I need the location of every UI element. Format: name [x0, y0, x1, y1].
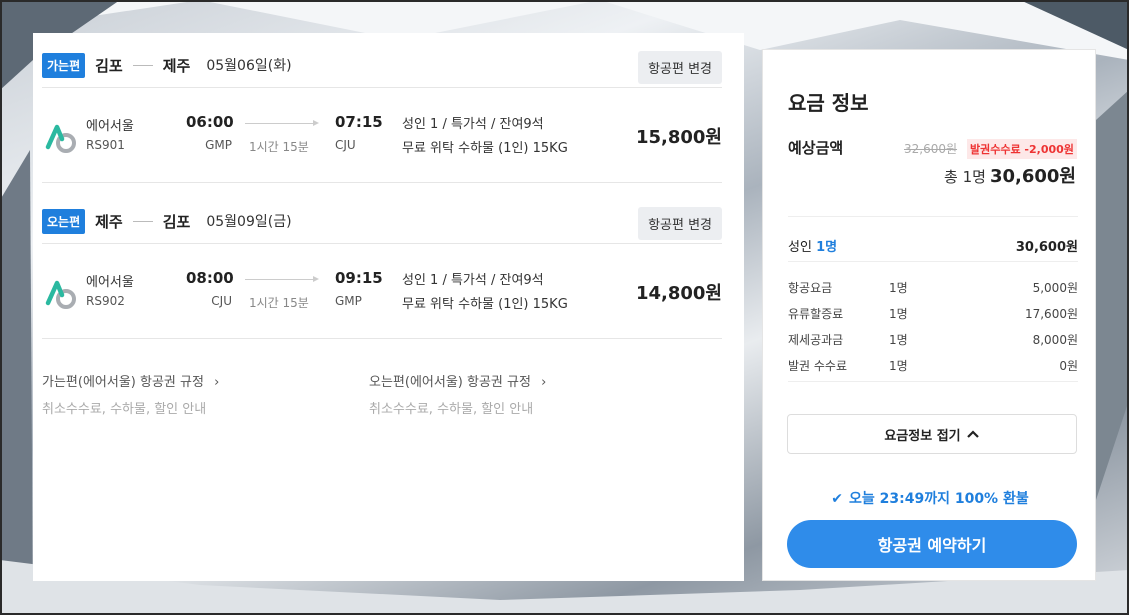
book-ticket-button[interactable]: 항공권 예약하기 [787, 520, 1077, 568]
inbound-header: 오는편 제주 김포 05월09일(금) 항공편 변경 [42, 201, 722, 241]
ticketing-fee-badge: 발권수수료 -2,000원 [967, 139, 1077, 159]
outbound-arrival-time: 07:15 [335, 113, 383, 131]
flight-arrow-icon [245, 120, 319, 126]
divider [788, 216, 1078, 217]
inbound-rules-link[interactable]: 오는편(에어서울) 항공권 규정 › [369, 371, 546, 390]
outbound-airline: 에어서울 [86, 119, 134, 134]
fee-label: 항공요금 [788, 281, 833, 295]
fee-label: 유류할증료 [788, 307, 844, 321]
fee-row-fuel: 유류할증료 1명 17,600원 [788, 305, 1078, 322]
outbound-departure-time: 06:00 [186, 113, 234, 131]
outbound-header: 가는편 김포 제주 05월06일(화) 항공편 변경 [42, 45, 722, 85]
inbound-flight-row: 에어서울 RS902 08:00 CJU 1시간 15분 09:15 GMP 성… [42, 257, 722, 327]
outbound-badge: 가는편 [42, 52, 86, 78]
fee-label: 발권 수수료 [788, 359, 848, 373]
total-price: 30,600원 [989, 166, 1076, 187]
inbound-arrival-code: GMP [335, 294, 362, 308]
adult-count: 1명 [816, 240, 838, 255]
inbound-from: 제주 [95, 212, 123, 231]
fee-amount: 0원 [1059, 359, 1078, 373]
inbound-date: 05월09일(금) [206, 214, 292, 230]
divider [42, 87, 722, 88]
estimated-amount-label: 예상금액 [788, 139, 844, 157]
outbound-duration: 1시간 15분 [249, 140, 309, 154]
adult-row: 성인 1명 30,600원 [788, 236, 1078, 255]
inbound-rules-title: 오는편(에어서울) 항공권 규정 [369, 375, 531, 390]
fee-qty: 1명 [889, 307, 908, 321]
airseoul-logo-icon [45, 124, 76, 153]
inbound-baggage: 무료 위탁 수하물 (1인) 15KG [402, 297, 568, 312]
outbound-rules-sub: 취소수수료, 수하물, 할인 안내 [42, 402, 207, 417]
inbound-change-button[interactable]: 항공편 변경 [638, 207, 722, 240]
inbound-airline: 에어서울 [86, 275, 134, 290]
inbound-arrival-time: 09:15 [335, 269, 383, 287]
refund-notice: ✔ 오늘 23:49까지 100% 환불 [763, 488, 1097, 508]
total-prefix: 총 1명 [944, 168, 986, 186]
route-arrow-icon [132, 220, 153, 222]
check-icon: ✔ [831, 491, 843, 507]
fee-row-airfare: 항공요금 1명 5,000원 [788, 279, 1078, 296]
fold-fare-info-button[interactable]: 요금정보 접기 [787, 414, 1077, 454]
inbound-departure-code: CJU [211, 294, 232, 308]
chevron-right-icon: › [214, 375, 220, 390]
outbound-flight-row: 에어서울 RS901 06:00 GMP 1시간 15분 07:15 CJU 성… [42, 101, 722, 171]
outbound-date: 05월06일(화) [206, 58, 292, 74]
outbound-baggage: 무료 위탁 수하물 (1인) 15KG [402, 141, 568, 156]
fee-label: 제세공과금 [788, 333, 844, 347]
fee-qty: 1명 [889, 359, 908, 373]
outbound-rules-title: 가는편(에어서울) 항공권 규정 [42, 375, 204, 390]
airseoul-logo-icon [45, 280, 76, 309]
chevron-right-icon: › [541, 375, 547, 390]
divider [42, 182, 722, 183]
fee-qty: 1명 [889, 333, 908, 347]
inbound-badge: 오는편 [42, 208, 86, 234]
divider [42, 338, 722, 339]
total-price-line: 총 1명 30,600원 [944, 162, 1076, 188]
fee-qty: 1명 [889, 281, 908, 295]
outbound-flight-number: RS901 [86, 138, 125, 152]
fee-amount: 17,600원 [1024, 307, 1078, 321]
outbound-arrival-code: CJU [335, 138, 356, 152]
refund-text: 오늘 23:49까지 100% 환불 [849, 491, 1029, 507]
fee-row-tax: 제세공과금 1명 8,000원 [788, 331, 1078, 348]
original-price: 32,600원 [904, 142, 958, 156]
outbound-seat-info: 성인 1 / 특가석 / 잔여9석 [402, 117, 544, 132]
fare-title: 요금 정보 [788, 91, 869, 115]
fold-label: 요금정보 접기 [884, 428, 961, 444]
fee-amount: 5,000원 [1032, 281, 1078, 295]
outbound-to: 제주 [162, 56, 191, 75]
adult-label: 성인 [788, 240, 812, 255]
outbound-rules-link[interactable]: 가는편(에어서울) 항공권 규정 › [42, 371, 219, 390]
inbound-departure-time: 08:00 [186, 269, 234, 287]
inbound-rules-sub: 취소수수료, 수하물, 할인 안내 [369, 402, 534, 417]
divider [42, 243, 722, 244]
inbound-seat-info: 성인 1 / 특가석 / 잔여9석 [402, 273, 544, 288]
route-arrow-icon [132, 64, 153, 66]
outbound-change-button[interactable]: 항공편 변경 [638, 51, 722, 84]
fee-row-ticketing: 발권 수수료 1명 0원 [788, 357, 1078, 374]
inbound-to: 김포 [162, 212, 191, 231]
outbound-departure-code: GMP [205, 138, 232, 152]
inbound-flight-number: RS902 [86, 294, 125, 308]
divider [788, 381, 1078, 382]
itinerary-card: 가는편 김포 제주 05월06일(화) 항공편 변경 에어서울 RS901 06… [33, 33, 744, 581]
flight-arrow-icon [245, 276, 319, 282]
outbound-from: 김포 [95, 56, 123, 75]
inbound-duration: 1시간 15분 [249, 296, 309, 310]
fare-info-card: 요금 정보 예상금액 32,600원 발권수수료 -2,000원 총 1명 30,… [762, 49, 1096, 581]
divider [788, 261, 1078, 262]
adult-amount: 30,600원 [1015, 240, 1078, 255]
chevron-up-icon [966, 430, 979, 438]
fee-amount: 8,000원 [1032, 333, 1078, 347]
inbound-price: 14,800원 [635, 283, 722, 304]
outbound-price: 15,800원 [635, 127, 722, 148]
